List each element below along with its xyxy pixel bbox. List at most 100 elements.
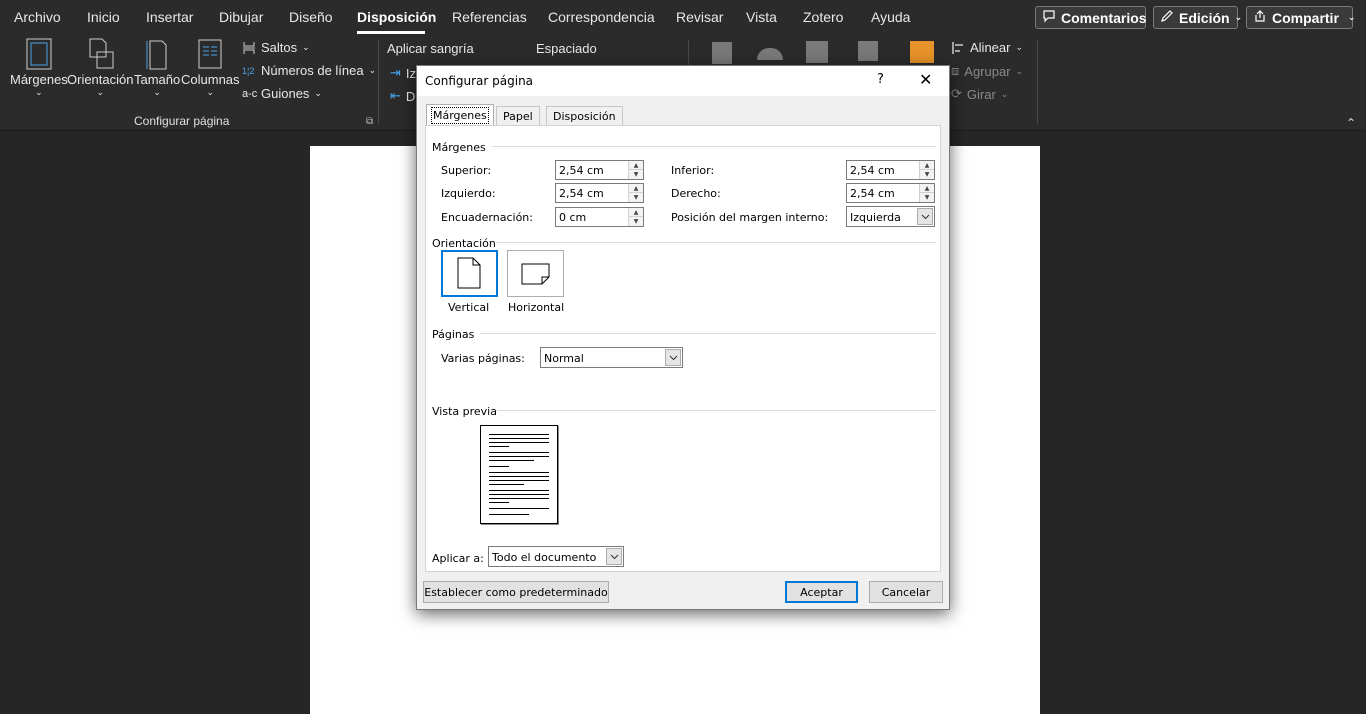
selection-pane-icon[interactable]	[910, 41, 934, 63]
indent-right-field[interactable]: ⇤ D	[390, 88, 415, 104]
cancel-button[interactable]: Cancelar	[869, 581, 943, 603]
left-margin-spinner[interactable]: 2,54 cm ▲ ▼	[555, 183, 644, 203]
indent-right-icon: ⇤	[390, 88, 401, 103]
spin-up-icon[interactable]: ▲	[920, 184, 934, 193]
columns-button[interactable]: Columnas ⌄	[181, 38, 240, 97]
left-margin-label: Izquierdo:	[441, 187, 496, 200]
gutter-position-select[interactable]: Izquierda	[846, 206, 935, 227]
margins-section-label: Márgenes	[432, 141, 486, 154]
section-divider	[497, 410, 936, 411]
dialog-title: Configurar página	[425, 74, 534, 88]
menu-archivo[interactable]: Archivo	[14, 9, 61, 25]
page-setup-dialog: Configurar página ? ✕ Márgenes Papel Dis…	[416, 65, 950, 610]
section-divider	[492, 146, 936, 147]
size-label: Tamaño	[134, 72, 181, 87]
spin-down-icon[interactable]: ▼	[629, 170, 643, 179]
orientation-section-label: Orientación	[432, 237, 496, 250]
top-margin-spinner[interactable]: 2,54 cm ▲ ▼	[555, 160, 644, 180]
tab-margins-label: Márgenes	[431, 106, 489, 124]
menu-referencias[interactable]: Referencias	[452, 9, 527, 25]
menu-disposicion[interactable]: Disposición	[357, 9, 436, 25]
chevron-down-icon: ⌄	[1015, 65, 1024, 76]
group-icon: ⧈	[951, 63, 960, 78]
menu-vista[interactable]: Vista	[746, 9, 777, 25]
orientation-icon	[89, 38, 114, 69]
position-icon[interactable]	[712, 42, 732, 64]
menu-inicio[interactable]: Inicio	[87, 9, 120, 25]
indent-left-field[interactable]: ⇥ Iz	[390, 65, 416, 81]
spin-down-icon[interactable]: ▼	[629, 193, 643, 202]
chevron-down-icon	[665, 349, 681, 366]
multiple-pages-select[interactable]: Normal	[540, 347, 683, 368]
chevron-down-icon: ⌄	[1000, 88, 1009, 99]
menu-dibujar[interactable]: Dibujar	[219, 9, 263, 25]
spin-down-icon[interactable]: ▼	[920, 170, 934, 179]
tab-layout-label: Disposición	[553, 109, 616, 123]
section-divider	[496, 242, 936, 243]
size-button[interactable]: Tamaño ⌄	[134, 38, 180, 97]
collapse-ribbon-icon[interactable]: ⌃	[1346, 116, 1356, 130]
preview-line	[489, 494, 549, 495]
comments-label: Comentarios	[1061, 9, 1147, 26]
chevron-down-icon	[917, 208, 933, 225]
margins-button[interactable]: Márgenes ⌄	[10, 38, 68, 97]
spin-up-icon[interactable]: ▲	[629, 161, 643, 170]
menu-insertar[interactable]: Insertar	[146, 9, 193, 25]
line-numbers-icon: 1¦2	[242, 65, 255, 76]
menu-diseno[interactable]: Diseño	[289, 9, 333, 25]
spin-down-icon[interactable]: ▼	[629, 217, 643, 226]
apply-to-select[interactable]: Todo el documento	[488, 546, 624, 567]
menu-zotero[interactable]: Zotero	[803, 9, 843, 25]
share-button[interactable]: Compartir ⌄	[1246, 6, 1355, 29]
spin-up-icon[interactable]: ▲	[629, 184, 643, 193]
comments-button[interactable]: Comentarios	[1035, 6, 1147, 29]
align-label: Alinear	[970, 40, 1011, 55]
spin-down-icon[interactable]: ▼	[920, 193, 934, 202]
menu-correspondencia[interactable]: Correspondencia	[548, 9, 655, 25]
bottom-margin-spinner[interactable]: 2,54 cm ▲ ▼	[846, 160, 935, 180]
close-icon[interactable]: ✕	[919, 70, 932, 89]
spin-up-icon[interactable]: ▲	[629, 208, 643, 217]
breaks-button[interactable]: Saltos ⌄	[242, 40, 310, 55]
rotate-icon: ⟳	[951, 86, 962, 101]
send-backward-icon[interactable]	[858, 41, 878, 61]
preview-line	[489, 446, 509, 447]
help-icon[interactable]: ?	[877, 72, 884, 87]
dialog-launcher-icon[interactable]: ⧉	[366, 116, 373, 127]
align-button[interactable]: Alinear ⌄	[951, 40, 1023, 55]
right-margin-spinner[interactable]: 2,54 cm ▲ ▼	[846, 183, 935, 203]
ok-button[interactable]: Aceptar	[785, 581, 858, 603]
gutter-spinner[interactable]: 0 cm ▲ ▼	[555, 207, 644, 227]
preview-line	[489, 434, 549, 435]
ribbon-separator	[378, 40, 379, 124]
preview-line	[489, 456, 549, 457]
editing-button[interactable]: Edición ⌄	[1153, 6, 1242, 29]
tab-margins[interactable]: Márgenes	[426, 104, 494, 125]
preview-section-label: Vista previa	[432, 405, 497, 418]
tab-layout[interactable]: Disposición	[546, 106, 623, 125]
tab-paper[interactable]: Papel	[496, 106, 540, 125]
align-icon	[952, 41, 963, 54]
bring-forward-icon[interactable]	[806, 41, 828, 63]
preview-line	[489, 438, 549, 439]
set-default-button[interactable]: Establecer como predeterminado	[423, 581, 609, 603]
landscape-page-icon	[521, 263, 550, 285]
menu-ayuda[interactable]: Ayuda	[871, 9, 910, 25]
spin-up-icon[interactable]: ▲	[920, 161, 934, 170]
dialog-titlebar: Configurar página ? ✕	[417, 66, 949, 96]
indent-right-short: D	[405, 88, 416, 104]
menu-revisar[interactable]: Revisar	[676, 9, 723, 25]
preview-line	[489, 466, 509, 467]
pencil-icon	[1160, 9, 1174, 26]
hyphenation-button[interactable]: a‐c Guiones ⌄	[242, 86, 322, 101]
orientation-button[interactable]: Orientación ⌄	[67, 38, 133, 97]
indent-left-icon: ⇥	[390, 65, 401, 80]
chevron-down-icon: ⌄	[368, 65, 377, 75]
apply-to-label: Aplicar a:	[432, 552, 484, 565]
chevron-down-icon: ⌄	[1234, 12, 1243, 22]
landscape-option[interactable]	[507, 250, 564, 297]
portrait-option[interactable]	[441, 250, 498, 297]
line-numbers-button[interactable]: 1¦2 Números de línea ⌄	[242, 63, 376, 78]
gutter-label: Encuadernación:	[441, 211, 533, 224]
wrap-text-icon[interactable]	[757, 48, 783, 60]
